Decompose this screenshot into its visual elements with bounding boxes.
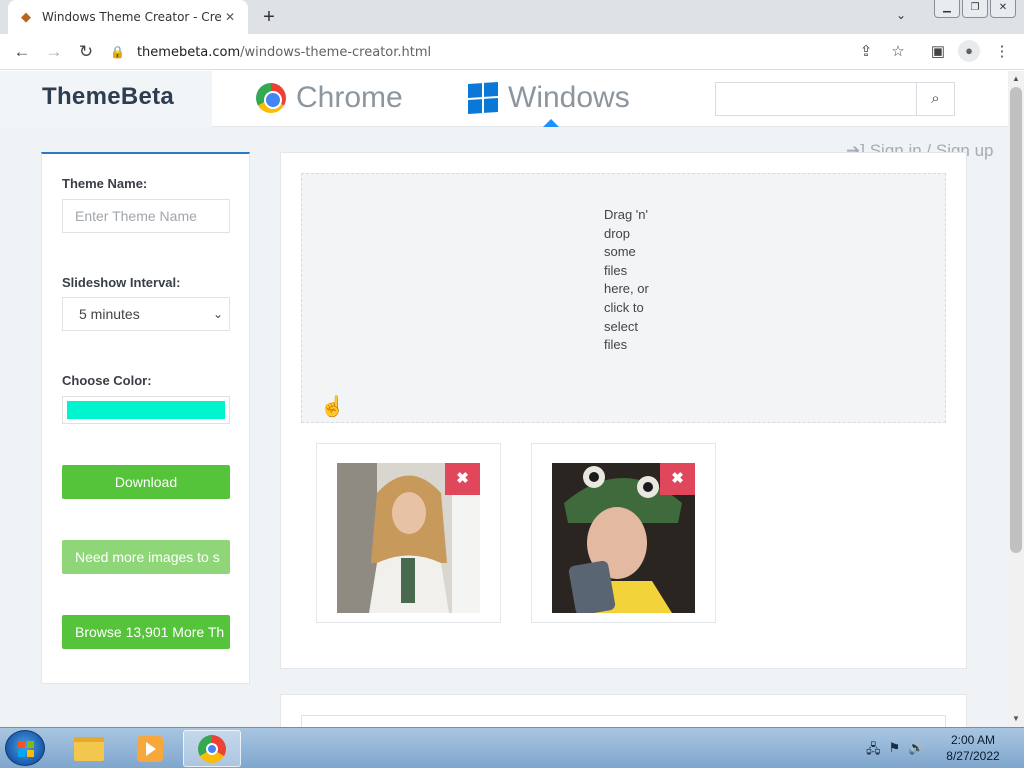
site-logo[interactable]: ThemeBeta (42, 83, 174, 111)
url-text: themebeta.com/windows-theme-creator.html (136, 44, 432, 60)
vertical-scrollbar[interactable]: ▲ ▼ (1008, 71, 1024, 727)
secondary-input[interactable] (301, 715, 946, 727)
file-dropzone[interactable]: Drag 'n' drop some files here, or click … (301, 173, 946, 423)
windows-taskbar: 🖧 ⚑ 🔊 2:00 AM 8/27/2022 (0, 727, 1024, 768)
tab-search-icon[interactable]: ⌄ (896, 8, 906, 22)
media-player-icon (137, 735, 163, 762)
nav-chrome[interactable]: Chrome (256, 81, 403, 115)
reload-icon[interactable]: ↻ (74, 40, 98, 64)
network-icon[interactable]: 🖧 (866, 740, 881, 762)
close-window-button[interactable]: ✕ (990, 0, 1016, 18)
restore-button[interactable]: ❐ (962, 0, 988, 18)
color-swatch (67, 401, 225, 419)
forward-icon[interactable]: → (42, 40, 66, 64)
theme-name-input[interactable] (62, 199, 230, 233)
site-search-input[interactable]: ⌕ (715, 82, 955, 116)
download-button[interactable]: Download (62, 465, 230, 499)
windows-logo-icon (468, 81, 498, 115)
remove-image-button[interactable]: ✖ (445, 463, 480, 495)
browse-more-themes-button[interactable]: Browse 13,901 More Th (62, 615, 230, 649)
taskbar-media-player[interactable] (121, 730, 179, 767)
browser-toolbar: ← → ↻ 🔒 themebeta.com/windows-theme-crea… (0, 34, 1024, 70)
slideshow-interval-value: 5 minutes (79, 306, 140, 322)
nav-windows-label: Windows (508, 81, 630, 114)
close-tab-icon[interactable]: ✕ (222, 9, 238, 25)
color-picker[interactable] (62, 396, 230, 424)
minimize-button[interactable]: ▁ (934, 0, 960, 18)
remove-image-button[interactable]: ✖ (660, 463, 695, 495)
favicon-icon: ◆ (21, 9, 31, 24)
system-tray: 🖧 ⚑ 🔊 (866, 740, 924, 762)
menu-kebab-icon[interactable]: ⋮ (990, 40, 1014, 64)
clock-date: 8/27/2022 (946, 749, 1000, 763)
browser-tab[interactable]: ◆ Windows Theme Creator - Create ✕ (8, 0, 248, 34)
uploaded-image-2: ✖ (531, 443, 716, 623)
clock-time: 2:00 AM (950, 733, 996, 747)
browser-tab-strip: ◆ Windows Theme Creator - Create ✕ + ⌄ ▁… (0, 0, 1024, 34)
start-button[interactable] (5, 730, 45, 766)
nav-chrome-label: Chrome (296, 81, 403, 114)
dropzone-text: Drag 'n' drop some files here, or click … (604, 207, 649, 353)
tab-title: Windows Theme Creator - Create (42, 10, 222, 24)
theme-options-panel: Theme Name: Slideshow Interval: 5 minute… (41, 152, 250, 684)
lock-icon[interactable]: 🔒 (110, 45, 125, 59)
choose-color-label: Choose Color: (62, 373, 152, 388)
new-tab-button[interactable]: + (258, 6, 280, 28)
slideshow-interval-label: Slideshow Interval: (62, 275, 181, 290)
volume-icon[interactable]: 🔊 (908, 740, 924, 762)
system-clock[interactable]: 2:00 AM 8/27/2022 (936, 732, 1010, 764)
uploaded-image-1: ✖ (316, 443, 501, 623)
secondary-card (280, 694, 967, 727)
hand-cursor-icon: ☝ (320, 396, 345, 418)
logo-box: ThemeBeta (0, 71, 212, 127)
scroll-up-icon[interactable]: ▲ (1008, 71, 1024, 87)
side-panel-icon[interactable]: ▣ (926, 40, 950, 64)
address-bar[interactable]: 🔒 themebeta.com/windows-theme-creator.ht… (110, 38, 830, 66)
taskbar-explorer[interactable] (60, 730, 118, 767)
taskbar-chrome[interactable] (183, 730, 241, 767)
back-icon[interactable]: ← (10, 40, 34, 64)
profile-avatar-icon[interactable]: ● (958, 40, 980, 62)
scroll-down-icon[interactable]: ▼ (1008, 711, 1024, 727)
page-viewport: ThemeBeta Chrome Windows ⌕ Theme Name: S… (0, 71, 1008, 727)
scrollbar-thumb[interactable] (1010, 87, 1022, 553)
slideshow-interval-select[interactable]: 5 minutes ⌄ (62, 297, 230, 331)
need-more-images-button[interactable]: Need more images to s (62, 540, 230, 574)
site-header: ThemeBeta Chrome Windows ⌕ (0, 71, 1008, 127)
window-controls: ▁ ❐ ✕ (934, 0, 1016, 18)
folder-icon (74, 736, 104, 761)
chevron-down-icon: ⌄ (212, 307, 223, 321)
theme-name-label: Theme Name: (62, 176, 148, 191)
chrome-logo-icon (256, 83, 286, 113)
nav-windows[interactable]: Windows (468, 81, 630, 115)
active-nav-indicator (543, 119, 559, 127)
chrome-icon (198, 734, 226, 763)
windows-flag-icon (18, 741, 34, 757)
search-icon[interactable]: ⌕ (916, 83, 954, 115)
share-icon[interactable]: ⇪ (854, 40, 878, 64)
bookmark-star-icon[interactable]: ☆ (886, 40, 910, 64)
action-center-flag-icon[interactable]: ⚑ (889, 740, 901, 762)
upload-card: Drag 'n' drop some files here, or click … (280, 152, 967, 669)
